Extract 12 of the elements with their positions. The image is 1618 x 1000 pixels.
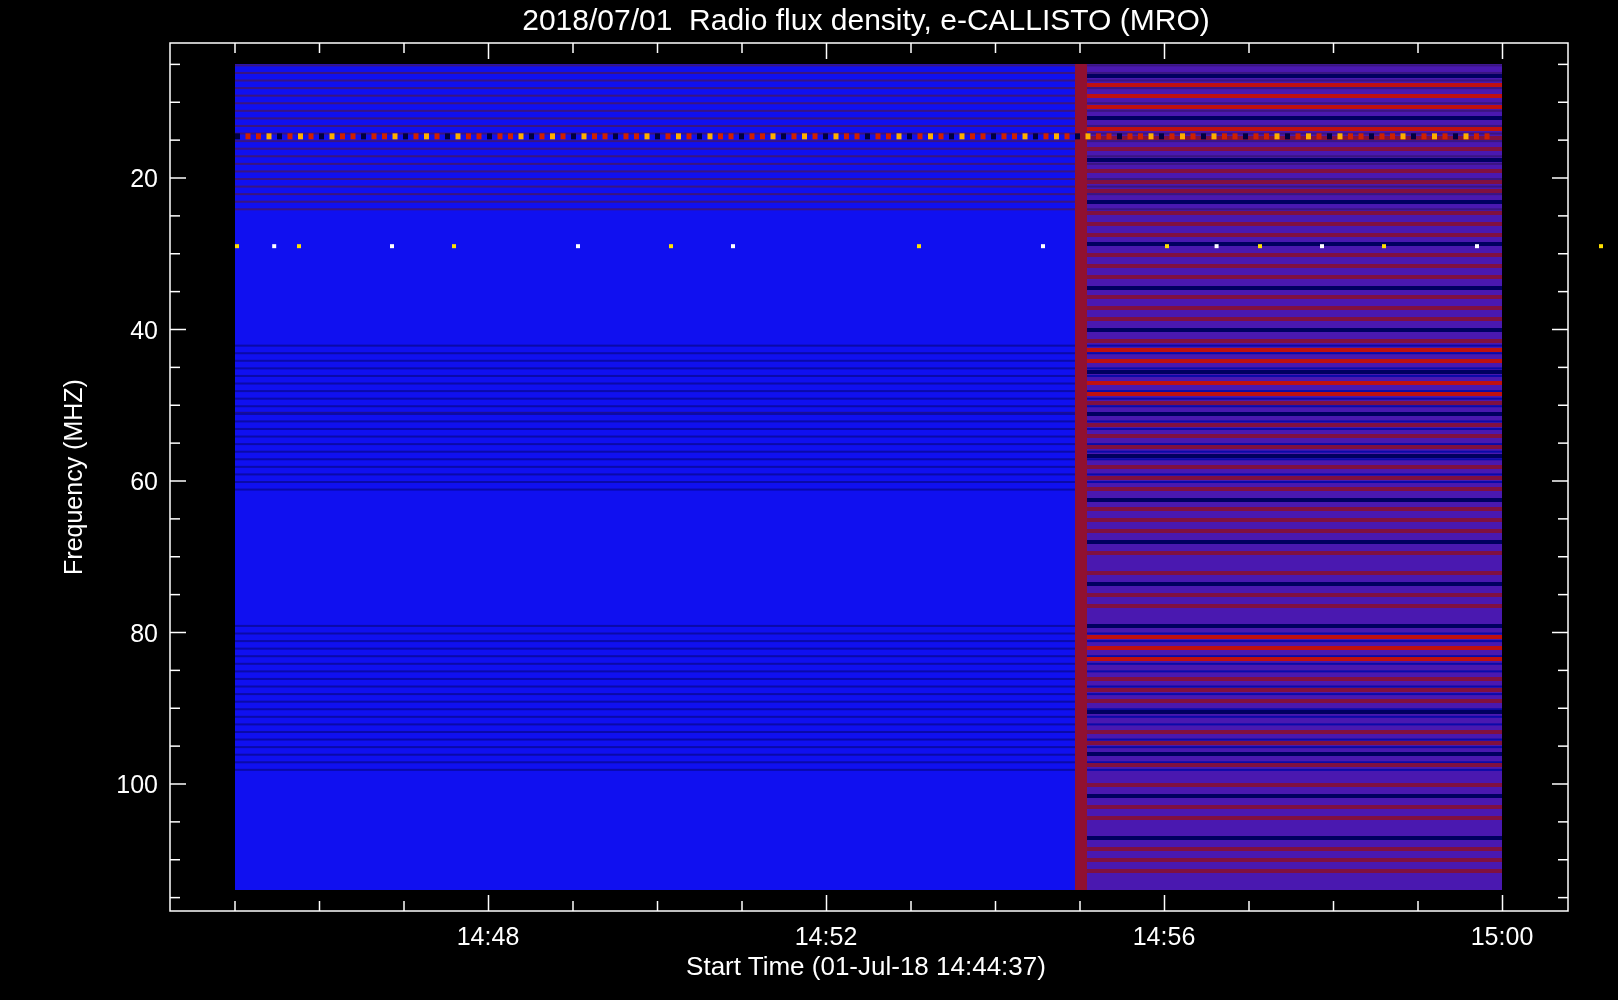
y-tick-label: 40 — [130, 315, 158, 344]
x-tick-label: 14:56 — [1132, 922, 1196, 950]
chart-title: 2018/07/01 Radio flux density, e-CALLISTO (MRO) — [522, 3, 1210, 36]
y-tick-label: 80 — [130, 618, 158, 647]
x-tick-label: 15:00 — [1470, 922, 1534, 950]
x-tick-label: 14:52 — [794, 922, 858, 950]
y-tick-label: 100 — [116, 770, 158, 798]
x-tick-label: 14:48 — [456, 922, 520, 950]
y-tick-label: 60 — [130, 467, 158, 495]
x-axis-label: Start Time (01-Jul-18 14:44:37) — [686, 951, 1046, 981]
y-axis-label: Frequency (MHZ) — [59, 379, 87, 575]
y-tick-label: 20 — [130, 164, 158, 192]
